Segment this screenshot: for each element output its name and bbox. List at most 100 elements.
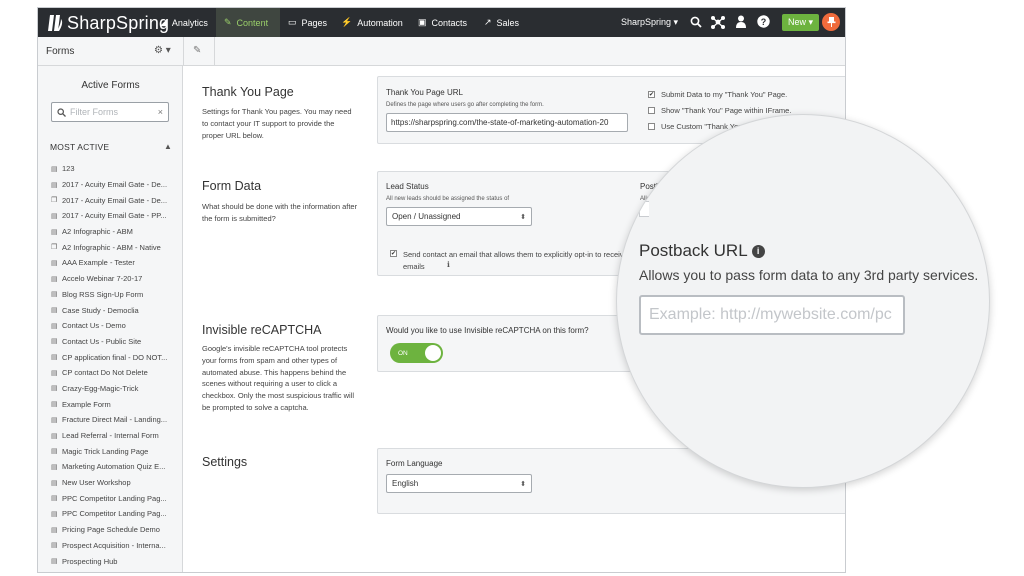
- filter-forms-input[interactable]: [70, 107, 150, 117]
- sidebar-form-item[interactable]: ▤ PPC Competitor Landing Pag...: [51, 490, 179, 506]
- sidebar-form-item[interactable]: ▤ Marketing Automation Quiz E...: [51, 459, 179, 475]
- sidebar-form-label: Contact Us - Public Site: [62, 336, 142, 346]
- sidebar-form-item[interactable]: ▤ Magic Trick Landing Page: [51, 443, 179, 459]
- sidebar-form-label: Contact Us - Demo: [62, 321, 126, 331]
- window-icon: ▭: [288, 17, 297, 27]
- select-value: English: [392, 479, 419, 488]
- settings-title: Settings: [202, 455, 248, 469]
- checkbox[interactable]: [648, 123, 655, 130]
- sidebar-form-label: Lead Referral - Internal Form: [62, 431, 159, 441]
- recaptcha-description: Google's invisible reCAPTCHA tool protec…: [202, 344, 355, 412]
- nav-automation[interactable]: ⚡ Automation: [341, 8, 403, 37]
- logo[interactable]: SharpSpring: [46, 11, 169, 35]
- formdata-title: Form Data: [202, 179, 262, 193]
- recaptcha-toggle[interactable]: ON: [390, 343, 443, 363]
- pin-icon: [827, 17, 835, 27]
- document-icon: ▤: [51, 448, 58, 456]
- sidebar-form-item[interactable]: ▤ Example Form: [51, 396, 179, 412]
- sidebar-form-label: CP application final - DO NOT...: [62, 352, 168, 362]
- sidebar-form-label: A2 Infographic - ABM - Native: [62, 242, 161, 252]
- document-icon: ▤: [51, 416, 58, 424]
- sidebar-form-item[interactable]: ▤ 2017 - Acuity Email Gate - PP...: [51, 208, 179, 224]
- sidebar-form-label: 123: [62, 164, 75, 174]
- lead-status-help: All new leads should be assigned the sta…: [386, 196, 510, 202]
- sidebar-form-item[interactable]: ▤ Fracture Direct Mail - Landing...: [51, 412, 179, 428]
- iframe-option[interactable]: Show "Thank You" Page within IFrame.: [648, 106, 791, 115]
- nav-pages[interactable]: ▭ Pages: [288, 8, 327, 37]
- new-button[interactable]: New ▾: [782, 14, 819, 31]
- info-icon[interactable]: ℹ: [447, 260, 450, 269]
- select-arrows-icon: ⬍: [520, 480, 526, 488]
- sidebar-form-item[interactable]: ▤ Accelo Webinar 7-20-17: [51, 271, 179, 287]
- optin-email-option[interactable]: ✔ Send contact an email that allows them…: [390, 249, 643, 273]
- select-arrows-icon: ⬍: [520, 213, 526, 221]
- sidebar-form-item[interactable]: ▤Resources Webinar - AMA: [51, 569, 179, 573]
- sidebar-form-label: Marketing Automation Quiz E...: [62, 462, 166, 472]
- gear-dropdown-icon[interactable]: ⚙ ▾: [154, 45, 171, 56]
- info-icon[interactable]: i: [751, 244, 765, 258]
- checkbox-checked[interactable]: ✔: [390, 250, 397, 257]
- postback-url-label: Postback URL: [639, 241, 748, 260]
- lead-status-select[interactable]: Open / Unassigned ⬍: [386, 207, 532, 226]
- account-dropdown[interactable]: SharpSpring ▾: [621, 8, 678, 37]
- sidebar-form-label: Example Form: [62, 399, 111, 409]
- sidebar-form-item[interactable]: ▤ 123: [51, 161, 179, 177]
- sidebar-form-item[interactable]: ▤ 2017 - Acuity Email Gate - De...: [51, 177, 179, 193]
- nav-label: Automation: [357, 17, 403, 28]
- sharpspring-logo-icon: [48, 15, 63, 31]
- sidebar-form-item[interactable]: ▤ Crazy-Egg-Magic-Trick: [51, 381, 179, 397]
- submit-data-option[interactable]: ✔ Submit Data to my "Thank You" Page.: [648, 90, 787, 99]
- sidebar-form-item[interactable]: ▤ Blog RSS Sign-Up Form: [51, 287, 179, 303]
- nav-content[interactable]: ✎ Content: [216, 8, 280, 37]
- user-icon[interactable]: [735, 15, 747, 28]
- checkbox-checked[interactable]: ✔: [648, 91, 655, 98]
- sidebar-form-item[interactable]: ▤ Case Study - Democlia: [51, 302, 179, 318]
- sidebar-form-item[interactable]: ❐ 2017 - Acuity Email Gate - De...: [51, 192, 179, 208]
- sidebar-form-item[interactable]: ▤ CP application final - DO NOT...: [51, 349, 179, 365]
- document-copy-icon: ❐: [51, 244, 58, 252]
- document-icon: ▤: [51, 228, 58, 236]
- sidebar-form-item[interactable]: ▤ CP contact Do Not Delete: [51, 365, 179, 381]
- sidebar-form-item[interactable]: ▤ A2 Infographic - ABM: [51, 224, 179, 240]
- notification-icon[interactable]: [822, 13, 840, 31]
- document-icon: ▤: [51, 369, 58, 377]
- sidebar-form-label: Prospect Acquisition - Interna...: [62, 540, 166, 550]
- thankyou-url-input[interactable]: https://sharpspring.com/the-state-of-mar…: [386, 113, 628, 132]
- clear-filter-icon[interactable]: ×: [158, 107, 163, 117]
- divider: [183, 37, 184, 66]
- sidebar-form-item[interactable]: ▤ PPC Competitor Landing Pag...: [51, 506, 179, 522]
- nav-label: Content: [236, 17, 269, 28]
- document-icon: ▤: [51, 259, 58, 267]
- document-icon: ▤: [51, 275, 58, 283]
- sidebar-form-item[interactable]: ▤ Prospect Acquisition - Interna...: [51, 538, 179, 554]
- checkbox[interactable]: [648, 107, 655, 114]
- sidebar-form-item[interactable]: ▤ Prospecting Hub: [51, 553, 179, 569]
- sidebar-form-item[interactable]: ▤ Contact Us - Public Site: [51, 334, 179, 350]
- sidebar-form-item[interactable]: ▤ Lead Referral - Internal Form: [51, 428, 179, 444]
- document-icon: ▤: [51, 165, 58, 173]
- nav-sales[interactable]: ↗ Sales: [484, 8, 519, 37]
- sidebar-form-label: New User Workshop: [62, 478, 131, 488]
- sidebar-form-item[interactable]: ❐ A2 Infographic - ABM - Native: [51, 239, 179, 255]
- sidebar-form-item[interactable]: ▤ New User Workshop: [51, 475, 179, 491]
- sidebar-form-label: PPC Competitor Landing Pag...: [62, 493, 167, 503]
- forms-list: ▤ 123 ▤ 2017 - Acuity Email Gate - De... ❐ 20…: [51, 161, 179, 573]
- pin-icon[interactable]: ✎: [193, 45, 201, 56]
- help-icon[interactable]: ?: [757, 15, 770, 28]
- sidebar-form-label: 2017 - Acuity Email Gate - PP...: [62, 211, 167, 221]
- thankyou-url-help: Defines the page where users go after co…: [386, 102, 544, 108]
- sidebar-form-item[interactable]: ▤ Pricing Page Schedule Demo: [51, 522, 179, 538]
- document-icon: ▤: [51, 558, 58, 566]
- nav-contacts[interactable]: ▣ Contacts: [418, 8, 467, 37]
- sidebar-form-item[interactable]: ▤ AAA Example - Tester: [51, 255, 179, 271]
- search-icon[interactable]: [690, 16, 702, 28]
- formdata-description: What should be done with the information…: [202, 202, 358, 223]
- sidebar-form-item[interactable]: ▤ Contact Us - Demo: [51, 318, 179, 334]
- collapse-caret-icon[interactable]: ▲: [164, 142, 172, 151]
- sidebar-form-label: Resources Webinar - AMA: [62, 572, 150, 573]
- nav-analytics[interactable]: ◢ Analytics: [160, 8, 208, 37]
- postback-url-input[interactable]: Example: http://mywebsite.com/pc: [639, 295, 905, 335]
- form-language-select[interactable]: English ⬍: [386, 474, 532, 493]
- section-title: Forms: [46, 46, 75, 57]
- network-icon[interactable]: [710, 15, 726, 29]
